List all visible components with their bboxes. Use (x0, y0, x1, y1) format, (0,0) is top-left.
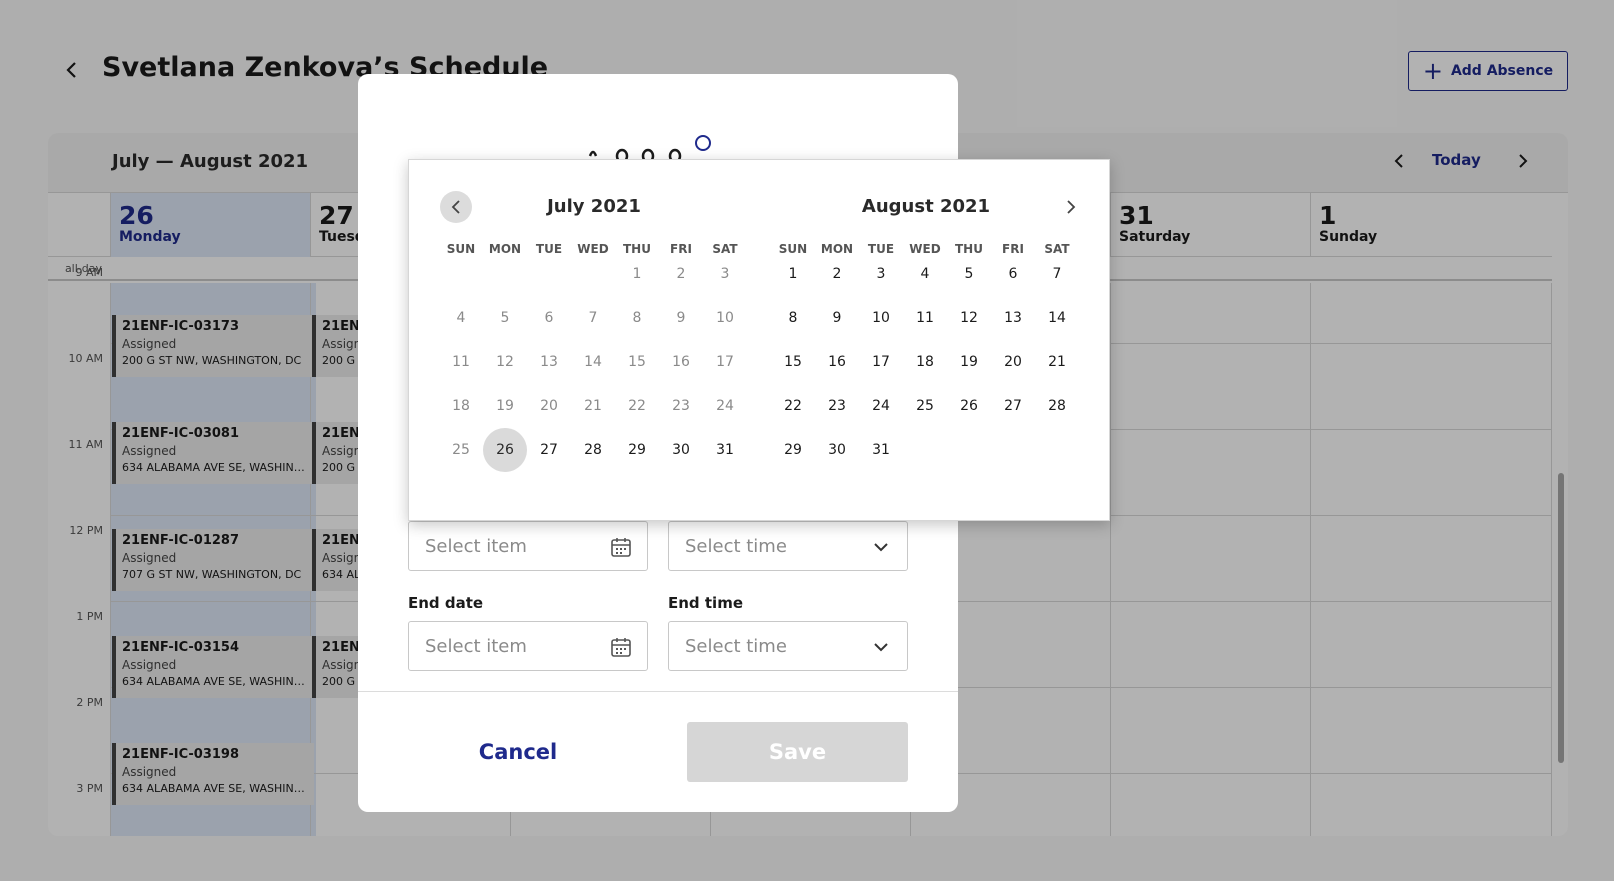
calendar-day[interactable]: 28 (571, 428, 615, 472)
calendar-day[interactable]: 7 (571, 296, 615, 340)
calendar-day[interactable]: 9 (815, 296, 859, 340)
calendar-day[interactable]: 5 (483, 296, 527, 340)
calendar-day[interactable]: 31 (859, 428, 903, 472)
cancel-button[interactable]: Cancel (408, 722, 628, 782)
calendar-day[interactable]: 21 (1035, 340, 1079, 384)
calendar-day[interactable]: 9 (659, 296, 703, 340)
calendar-day[interactable]: 24 (703, 384, 747, 428)
calendar-day[interactable]: 24 (859, 384, 903, 428)
calendar-day[interactable]: 19 (483, 384, 527, 428)
calendar-day[interactable]: 25 (439, 428, 483, 472)
calendar-day[interactable]: 6 (991, 252, 1035, 296)
calendar-day[interactable]: 4 (439, 296, 483, 340)
calendar-day[interactable]: 18 (903, 340, 947, 384)
calendar-day[interactable]: 11 (903, 296, 947, 340)
calendar-day[interactable]: 20 (991, 340, 1035, 384)
calendar-day[interactable]: 3 (703, 252, 747, 296)
calendar-day[interactable]: 16 (659, 340, 703, 384)
calendar-day[interactable]: 14 (1035, 296, 1079, 340)
calendar-day[interactable]: 19 (947, 340, 991, 384)
calendar-day[interactable]: 12 (483, 340, 527, 384)
chevron-down-icon (869, 635, 893, 659)
calendar-day[interactable]: 27 (991, 384, 1035, 428)
calendar-day[interactable]: 11 (439, 340, 483, 384)
calendar-day[interactable]: 2 (815, 252, 859, 296)
calendar-day[interactable]: 23 (659, 384, 703, 428)
calendar-day[interactable]: 5 (947, 252, 991, 296)
month-title: July 2021 (547, 196, 641, 217)
calendar-day[interactable]: 1 (615, 252, 659, 296)
calendar-day[interactable]: 2 (659, 252, 703, 296)
start-time-placeholder: Select time (685, 535, 787, 557)
end-time-label: End time (668, 594, 743, 612)
end-time-placeholder: Select time (685, 635, 787, 657)
calendar-day[interactable]: 26 (947, 384, 991, 428)
chevron-down-icon (869, 535, 893, 559)
end-time-select[interactable]: Select time (668, 621, 908, 671)
start-time-select[interactable]: Select time (668, 521, 908, 571)
calendar-day[interactable]: 23 (815, 384, 859, 428)
start-date-placeholder: Select item (425, 535, 527, 557)
calendar-day[interactable]: 8 (615, 296, 659, 340)
calendar-day[interactable]: 17 (703, 340, 747, 384)
calendar-day[interactable]: 3 (859, 252, 903, 296)
calendar-day[interactable]: 15 (771, 340, 815, 384)
calendar-day[interactable]: 16 (815, 340, 859, 384)
calendar-day[interactable]: 22 (615, 384, 659, 428)
start-date-field[interactable]: Select item (408, 521, 648, 571)
calendar-day[interactable]: 29 (771, 428, 815, 472)
calendar-day[interactable]: 27 (527, 428, 571, 472)
calendar-day[interactable]: 15 (615, 340, 659, 384)
save-button[interactable]: Save (687, 722, 908, 782)
calendar-day[interactable]: 4 (903, 252, 947, 296)
calendar-day[interactable]: 31 (703, 428, 747, 472)
end-date-label: End date (408, 594, 484, 612)
calendar-day[interactable]: 25 (903, 384, 947, 428)
month-title: August 2021 (861, 196, 991, 217)
calendar-day[interactable]: 10 (859, 296, 903, 340)
calendar-day[interactable]: 30 (815, 428, 859, 472)
calendar-day[interactable]: 17 (859, 340, 903, 384)
calendar-day[interactable]: 8 (771, 296, 815, 340)
calendar-day[interactable]: 12 (947, 296, 991, 340)
weekday-label: WED (577, 242, 609, 256)
loading-spinner-icon (588, 135, 711, 162)
calendar-day[interactable]: 1 (771, 252, 815, 296)
weekday-label: MON (488, 242, 522, 256)
end-date-field[interactable]: Select item (408, 621, 648, 671)
calendar-day[interactable]: 18 (439, 384, 483, 428)
calendar-day[interactable]: 29 (615, 428, 659, 472)
weekday-label: SUN (446, 242, 476, 256)
calendar-day[interactable]: 20 (527, 384, 571, 428)
calendar-day[interactable]: 26 (483, 428, 527, 472)
calendar-day[interactable]: 13 (991, 296, 1035, 340)
calendar-day[interactable]: 22 (771, 384, 815, 428)
calendar-icon (609, 535, 633, 559)
calendar-day[interactable]: 6 (527, 296, 571, 340)
calendar-day[interactable]: 14 (571, 340, 615, 384)
calendar-day[interactable]: 30 (659, 428, 703, 472)
calendar-day[interactable]: 10 (703, 296, 747, 340)
weekday-label: TUE (535, 242, 563, 256)
calendar-icon (609, 635, 633, 659)
date-picker-popup: July 2021 SUN MON TUE WED THU FRI SAT 1 2 3 4 5 6 7 8 9 1… (408, 159, 1110, 521)
dialog-footer-divider (358, 691, 958, 692)
calendar-day[interactable]: 7 (1035, 252, 1079, 296)
end-date-placeholder: Select item (425, 635, 527, 657)
calendar-day[interactable]: 13 (527, 340, 571, 384)
calendar-day[interactable]: 28 (1035, 384, 1079, 428)
calendar-day[interactable]: 21 (571, 384, 615, 428)
